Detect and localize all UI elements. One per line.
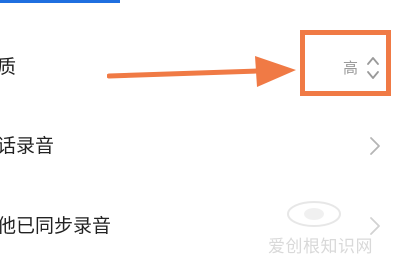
quality-selector-value[interactable]: 高 [343,58,358,78]
settings-row-label: 他已同步录音 [0,215,112,237]
top-accent-bar [0,0,120,3]
chevron-right-icon [370,137,380,155]
settings-row-label: 话录音 [0,135,55,157]
annotation-arrow [107,56,296,87]
watermark-logo [287,201,341,227]
settings-row-call-recording[interactable]: 话录音 [0,120,401,172]
updown-chevron-icon[interactable] [366,55,380,81]
watermark-text: 爱创根知识网 [268,237,373,257]
settings-row-label: 质 [0,56,17,78]
